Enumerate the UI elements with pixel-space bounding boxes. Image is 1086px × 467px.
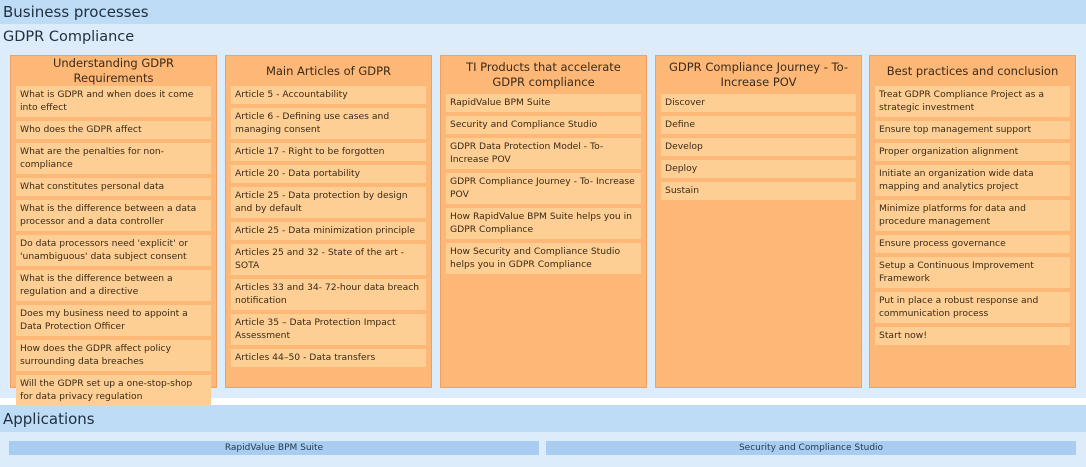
- process-card[interactable]: Discover: [661, 94, 856, 112]
- column-title: TI Products that accelerate GDPR complia…: [466, 60, 621, 89]
- process-card[interactable]: Who does the GDPR affect: [16, 121, 211, 139]
- process-card[interactable]: Ensure top management support: [875, 121, 1070, 139]
- app-label: Security and Compliance Studio: [738, 443, 884, 453]
- process-card[interactable]: Start now!: [875, 327, 1070, 345]
- applications-header: Applications: [0, 405, 1086, 432]
- process-card[interactable]: Will the GDPR set up a one-stop-shop for…: [16, 375, 211, 406]
- process-card[interactable]: Article 25 - Data minimization principle: [231, 222, 426, 240]
- process-card[interactable]: Articles 33 and 34- 72-hour data breach …: [231, 279, 426, 310]
- process-card[interactable]: How does the GDPR affect policy surround…: [16, 340, 211, 371]
- process-card[interactable]: How Security and Compliance Studio helps…: [446, 243, 641, 274]
- card-list: Article 5 - Accountability Article 6 - De…: [226, 86, 431, 367]
- process-card[interactable]: GDPR Data Protection Model - To- Increas…: [446, 138, 641, 169]
- business-processes-header: Business processes: [0, 0, 1086, 24]
- process-card[interactable]: Setup a Continuous Improvement Framework: [875, 257, 1070, 288]
- applications-title: Applications: [3, 409, 95, 428]
- process-card[interactable]: Define: [661, 116, 856, 134]
- process-card[interactable]: Does my business need to appoint a Data …: [16, 305, 211, 336]
- gdpr-compliance-title: GDPR Compliance: [3, 29, 135, 45]
- card-list: What is GDPR and when does it come into …: [11, 86, 216, 406]
- process-card[interactable]: Articles 25 and 32 - State of the art - …: [231, 244, 426, 275]
- process-card[interactable]: Do data processors need 'explicit' or 'u…: [16, 235, 211, 266]
- compliance-journey-column: GDPR Compliance Journey - To- Increase P…: [655, 55, 862, 388]
- process-card[interactable]: Article 17 - Right to be forgotten: [231, 143, 426, 161]
- main-articles-column: Main Articles of GDPR Article 5 - Account…: [225, 55, 432, 388]
- business-processes-title: Business processes: [3, 3, 149, 21]
- process-card[interactable]: Treat GDPR Compliance Project as a strat…: [875, 86, 1070, 117]
- process-card[interactable]: Article 5 - Accountability: [231, 86, 426, 104]
- card-list: Discover Define Develop Deploy Sustain: [656, 94, 861, 200]
- ti-products-column: TI Products that accelerate GDPR complia…: [440, 55, 647, 388]
- process-card[interactable]: Sustain: [661, 182, 856, 200]
- column-title: Main Articles of GDPR: [265, 63, 392, 78]
- process-card[interactable]: Deploy: [661, 160, 856, 178]
- process-card[interactable]: Article 25 - Data protection by design a…: [231, 187, 426, 218]
- card-list: RapidValue BPM Suite Security and Complia…: [441, 94, 646, 274]
- process-card[interactable]: Proper organization alignment: [875, 143, 1070, 161]
- app-rapidvalue-bpm-suite[interactable]: RapidValue BPM Suite: [9, 441, 539, 455]
- process-card[interactable]: What are the penalties for non-complianc…: [16, 143, 211, 174]
- process-card[interactable]: Develop: [661, 138, 856, 156]
- best-practices-column: Best practices and conclusion Treat GDPR …: [869, 55, 1076, 388]
- process-card[interactable]: RapidValue BPM Suite: [446, 94, 641, 112]
- app-security-compliance-studio[interactable]: Security and Compliance Studio: [546, 441, 1076, 455]
- process-card[interactable]: Minimize platforms for data and procedur…: [875, 200, 1070, 231]
- process-card[interactable]: Articles 44–50 - Data transfers: [231, 349, 426, 367]
- process-card[interactable]: Ensure process governance: [875, 235, 1070, 253]
- understanding-gdpr-column: Understanding GDPR Requirements What is G…: [10, 55, 217, 406]
- process-card[interactable]: Article 6 - Defining use cases and manag…: [231, 108, 426, 139]
- process-card[interactable]: GDPR Compliance Journey - To- Increase P…: [446, 173, 641, 204]
- process-card[interactable]: Article 20 - Data portability: [231, 165, 426, 183]
- process-card[interactable]: What is the difference between a data pr…: [16, 200, 211, 231]
- process-card[interactable]: What is the difference between a regulat…: [16, 270, 211, 301]
- column-title: GDPR Compliance Journey - To- Increase P…: [668, 60, 849, 89]
- gdpr-compliance-header: GDPR Compliance: [0, 24, 1086, 50]
- process-card[interactable]: Article 35 – Data Protection Impact Asse…: [231, 314, 426, 345]
- process-card[interactable]: Initiate an organization wide data mappi…: [875, 165, 1070, 196]
- column-title: Best practices and conclusion: [886, 63, 1059, 78]
- card-list: Treat GDPR Compliance Project as a strat…: [870, 86, 1075, 345]
- app-label: RapidValue BPM Suite: [224, 443, 324, 453]
- process-card[interactable]: How RapidValue BPM Suite helps you in GD…: [446, 208, 641, 239]
- process-card[interactable]: Put in place a robust response and commu…: [875, 292, 1070, 323]
- process-card[interactable]: What is GDPR and when does it come into …: [16, 86, 211, 117]
- process-card[interactable]: What constitutes personal data: [16, 178, 211, 196]
- process-card[interactable]: Security and Compliance Studio: [446, 116, 641, 134]
- column-title: Understanding GDPR Requirements: [52, 56, 175, 85]
